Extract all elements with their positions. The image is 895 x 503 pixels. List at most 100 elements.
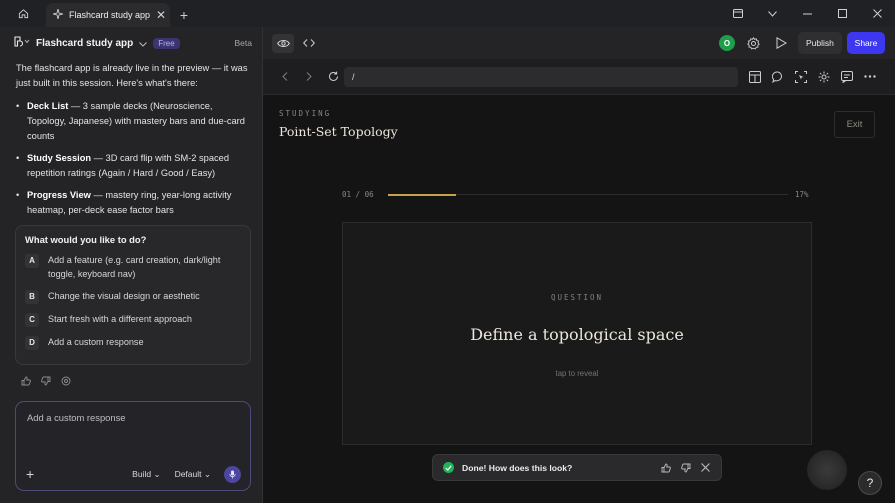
app-logo-icon[interactable] (14, 36, 30, 50)
progress-percent: 17% (795, 190, 809, 199)
thumbs-up-icon[interactable] (20, 375, 31, 386)
thumbs-up-icon[interactable] (660, 462, 671, 473)
feature-item: Progress View — mastery ring, year-long … (16, 188, 248, 218)
message-feedback (20, 375, 71, 386)
assistant-orb[interactable] (807, 450, 847, 490)
card-counter: 01 / 06 (342, 190, 374, 199)
app-name[interactable]: Flashcard study app (36, 38, 133, 49)
preview-tools (747, 69, 877, 84)
option-key: A (25, 254, 39, 268)
plan-badge: Free (153, 37, 180, 49)
microphone-icon[interactable] (224, 465, 241, 483)
app-preview: STUDYING Point-Set Topology Exit 01 / 06… (263, 95, 895, 503)
thumbs-down-icon[interactable] (680, 462, 691, 473)
select-element-icon[interactable] (793, 69, 808, 84)
preview-eye-icon[interactable] (272, 33, 294, 53)
studying-label: STUDYING (279, 109, 332, 118)
browser-titlebar: Flashcard study app ✕ + (0, 0, 895, 27)
option-label: Add a custom response (48, 337, 144, 347)
sparkle-tool-icon[interactable] (816, 69, 831, 84)
app-menu-chevron-icon[interactable] (139, 36, 148, 50)
feature-item: Study Session — 3D card flip with SM-2 s… (16, 151, 248, 181)
user-avatar[interactable]: O (719, 35, 735, 51)
tab-actions-icon[interactable] (720, 0, 755, 27)
share-button[interactable]: Share (847, 32, 885, 54)
mode-select-label: Build (132, 468, 152, 479)
help-button[interactable]: ? (858, 471, 882, 495)
choice-option-c[interactable]: C Start fresh with a different approach (25, 313, 241, 327)
option-key: C (25, 313, 39, 327)
choice-question: What would you like to do? (25, 234, 147, 245)
close-window-icon[interactable] (860, 0, 895, 27)
feature-title: Deck List (27, 101, 69, 111)
layout-icon[interactable] (747, 69, 762, 84)
deck-title: Point-Set Topology (279, 124, 398, 139)
new-tab-icon[interactable]: + (170, 3, 198, 27)
option-label: Change the visual design or aesthetic (48, 291, 200, 301)
comment-icon[interactable] (770, 69, 785, 84)
app-bar: Flashcard study app Free Beta (0, 27, 262, 59)
maximize-icon[interactable] (825, 0, 860, 27)
more-options-icon[interactable] (862, 69, 877, 84)
close-toast-icon[interactable] (700, 462, 711, 473)
flashcard[interactable]: QUESTION Define a topological space tap … (342, 222, 812, 445)
composer-toolbar: + Build ⌄ Default ⌄ (26, 465, 241, 483)
beta-label: Beta (234, 38, 253, 48)
preview-toolbar: / (263, 59, 895, 95)
choice-card: What would you like to do? A Add a featu… (15, 225, 251, 365)
sparkle-icon (52, 8, 64, 21)
option-key: D (25, 336, 39, 350)
view-toggle (272, 33, 320, 53)
close-tab-icon[interactable]: ✕ (156, 8, 166, 22)
composer-placeholder[interactable]: Add a custom response (27, 412, 239, 423)
forward-arrow-icon[interactable] (297, 68, 321, 86)
retry-icon[interactable] (60, 375, 71, 386)
feature-title: Study Session (27, 153, 92, 163)
feature-title: Progress View (27, 190, 91, 200)
question-text: Define a topological space (470, 325, 684, 344)
feature-item: Deck List — 3 sample decks (Neuroscience… (16, 99, 248, 144)
feature-list: Deck List — 3 sample decks (Neuroscience… (16, 99, 248, 218)
option-label: Add a feature (e.g. card creation, dark/… (48, 255, 221, 279)
thumbs-down-icon[interactable] (40, 375, 51, 386)
choice-option-b[interactable]: B Change the visual design or aesthetic (25, 290, 241, 304)
option-key: B (25, 290, 39, 304)
chevron-down-icon: ⌄ (153, 468, 161, 479)
publish-button[interactable]: Publish (798, 32, 842, 54)
reveal-hint: tap to reveal (555, 369, 599, 378)
progress-fill (388, 193, 456, 196)
exit-button[interactable]: Exit (834, 111, 875, 138)
done-toast: Done! How does this look? (432, 454, 722, 481)
mode-select[interactable]: Build ⌄ (132, 469, 160, 480)
workspace-header: O Publish Share (263, 27, 895, 59)
reload-icon[interactable] (321, 68, 345, 86)
choice-option-a[interactable]: A Add a feature (e.g. card creation, dar… (25, 254, 241, 281)
run-play-icon[interactable] (773, 35, 789, 51)
preview-url-input[interactable]: / (344, 67, 738, 87)
gear-icon[interactable] (745, 35, 761, 51)
home-icon[interactable] (0, 0, 46, 27)
check-circle-icon (443, 462, 454, 473)
tab-list-chevron-icon[interactable] (755, 0, 790, 27)
back-arrow-icon[interactable] (273, 68, 297, 86)
attach-plus-icon[interactable]: + (26, 466, 34, 482)
chat-lines-icon[interactable] (839, 69, 854, 84)
toast-actions (660, 462, 711, 473)
window-controls (720, 0, 895, 27)
model-select-label: Default (174, 468, 202, 479)
browser-tab[interactable]: Flashcard study app ✕ (46, 3, 170, 27)
model-select[interactable]: Default ⌄ (175, 469, 211, 480)
tab-title: Flashcard study app (69, 10, 151, 20)
question-label: QUESTION (550, 293, 604, 302)
progress-track (388, 193, 788, 196)
assistant-intro: The flashcard app is already live in the… (16, 63, 248, 88)
chat-panel: Flashcard study app Free Beta The flashc… (0, 27, 263, 503)
assistant-message: The flashcard app is already live in the… (0, 59, 262, 218)
message-composer[interactable]: Add a custom response + Build ⌄ Default … (15, 401, 251, 491)
choice-option-d[interactable]: D Add a custom response (25, 336, 241, 350)
option-label: Start fresh with a different approach (48, 314, 192, 324)
chevron-down-icon: ⌄ (203, 468, 211, 479)
minimize-icon[interactable] (790, 0, 825, 27)
toast-message: Done! How does this look? (462, 462, 573, 473)
code-view-icon[interactable] (298, 34, 320, 53)
